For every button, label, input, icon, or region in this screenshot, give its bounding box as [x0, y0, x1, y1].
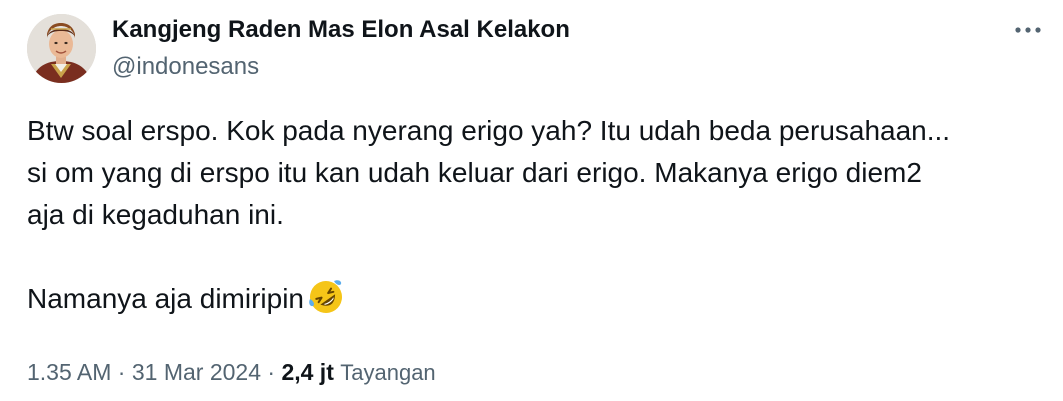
avatar[interactable]: [27, 14, 96, 83]
tweet-text-line: Btw soal erspo. Kok pada nyerang erigo y…: [27, 115, 951, 146]
more-options-icon: [1015, 27, 1041, 33]
more-options-button[interactable]: [1006, 18, 1050, 42]
meta-separator: ·: [267, 359, 276, 385]
rolling-on-the-floor-laughing-emoji-icon: [309, 280, 343, 313]
views-label: Tayangan: [340, 360, 436, 385]
profile-photo: [27, 14, 96, 83]
author-display-name[interactable]: Kangjeng Raden Mas Elon Asal Kelakon: [112, 15, 570, 45]
meta-separator: ·: [117, 359, 126, 385]
tweet-text: Btw soal erspo. Kok pada nyerang erigo y…: [27, 110, 1047, 320]
views-count: 2,4 jt: [281, 359, 334, 385]
tweet-text-line-final: Namanya aja dimiripin: [27, 278, 1047, 320]
tweet-text-line: aja di kegaduhan ini.: [27, 199, 284, 230]
tweet-text-final: Namanya aja dimiripin: [27, 283, 305, 314]
tweet-meta: 1.35 AM · 31 Mar 2024 · 2,4 jt Tayangan: [27, 356, 436, 389]
tweet-text-line: si om yang di erspo itu kan udah keluar …: [27, 157, 922, 188]
tweet-card: Kangjeng Raden Mas Elon Asal Kelakon @in…: [0, 0, 1063, 401]
tweet-time[interactable]: 1.35 AM: [27, 359, 111, 385]
tweet-date[interactable]: 31 Mar 2024: [132, 359, 261, 385]
author-handle[interactable]: @indonesans: [112, 52, 259, 82]
